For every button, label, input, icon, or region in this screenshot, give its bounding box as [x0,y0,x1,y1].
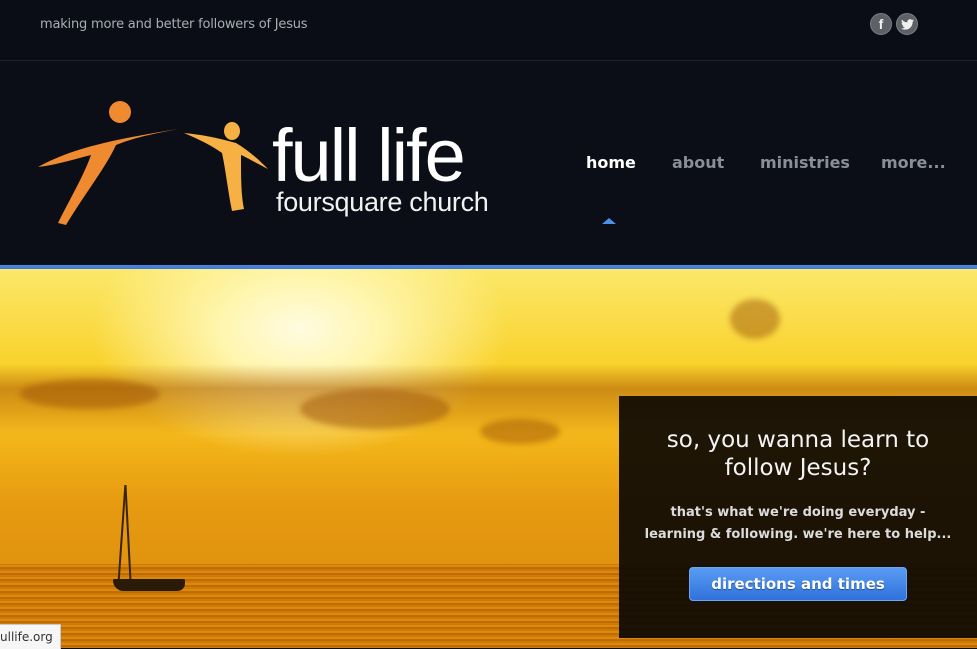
cta-heading: so, you wanna learn to follow Jesus? [666,427,930,481]
facebook-icon[interactable]: f [870,13,892,35]
nav-more[interactable]: more... [881,153,946,172]
active-nav-indicator-icon [602,218,616,224]
logo-figures-icon [38,101,268,225]
cta-subtext: that's what we're doing everyday - learn… [619,502,977,546]
tagline: making more and better followers of Jesu… [40,17,308,32]
site-header: full life foursquare church home about m… [0,61,977,265]
top-bar: making more and better followers of Jesu… [0,0,977,61]
hero-banner: so, you wanna learn to follow Jesus? tha… [0,269,977,648]
twitter-icon[interactable] [896,13,918,35]
brand-subtitle: foursquare church [276,187,489,217]
directions-and-times-button[interactable]: directions and times [689,567,907,601]
cloud [730,299,780,339]
status-bar-url: ullife.org [0,624,61,649]
cta-panel: so, you wanna learn to follow Jesus? tha… [619,396,977,638]
nav-about[interactable]: about [672,153,724,172]
cloud [480,419,560,444]
logo[interactable]: full life foursquare church [36,97,516,227]
cloud [20,379,160,409]
nav-ministries[interactable]: ministries [760,153,850,172]
brand-name: full life [272,114,466,197]
nav-home[interactable]: home [586,153,636,172]
sailboat [113,579,185,591]
cta-subtext-line: that's what we're doing everyday - [670,505,926,520]
cloud [300,389,450,429]
cta-subtext-line: learning & following. we're here to help… [644,527,952,542]
